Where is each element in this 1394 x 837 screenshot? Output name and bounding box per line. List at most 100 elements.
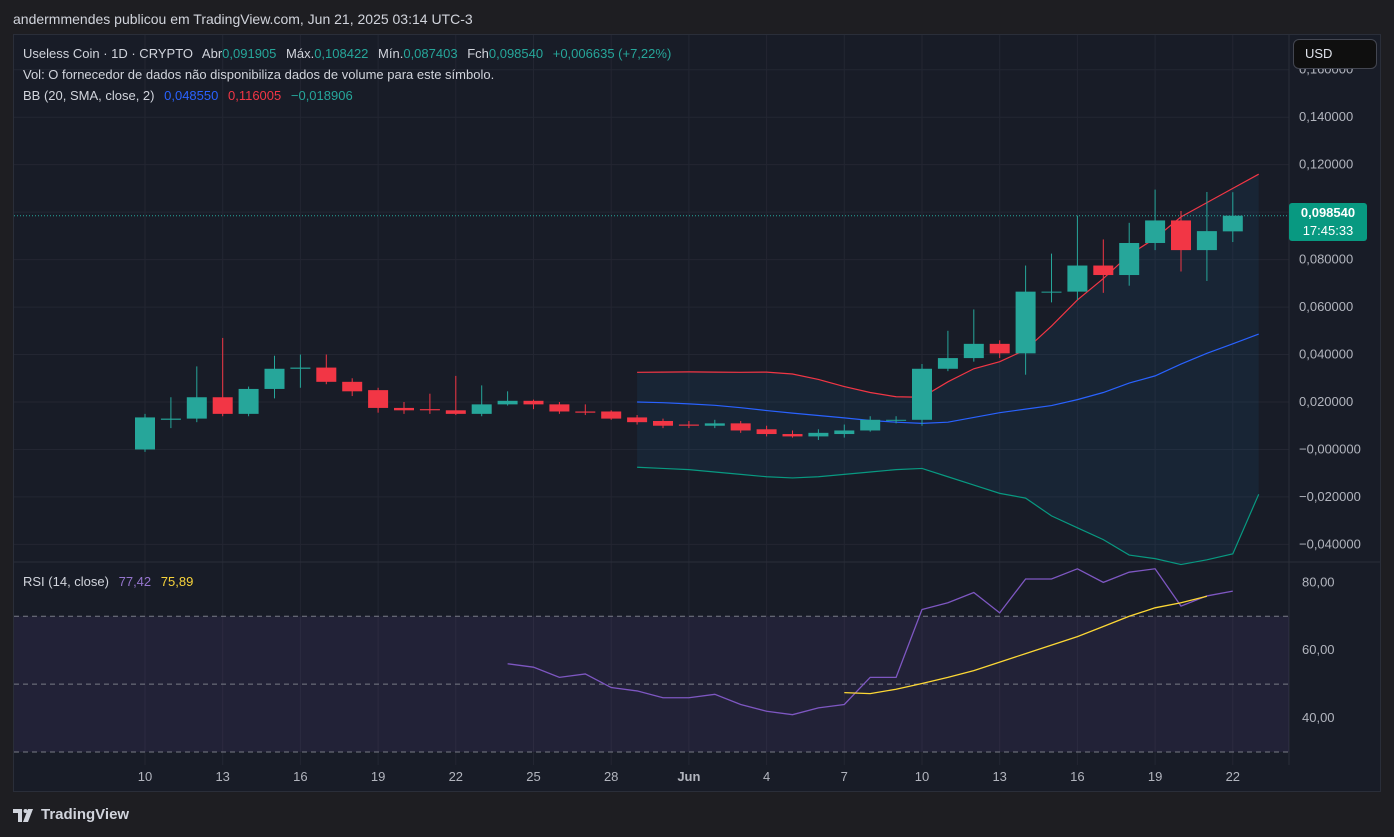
- x-tick-label: 10: [138, 769, 152, 784]
- open-label: Abr: [201, 46, 223, 61]
- x-tick-label: 7: [841, 769, 848, 784]
- x-tick-label: 19: [371, 769, 385, 784]
- candle-body: [1067, 265, 1088, 292]
- candle-body: [549, 404, 570, 412]
- x-tick-label: 16: [1070, 769, 1084, 784]
- candle-body: [471, 404, 492, 414]
- bb-legend[interactable]: BB (20, SMA, close, 2) 0,048550 0,116005…: [23, 87, 353, 105]
- candle-body: [342, 381, 363, 392]
- candle-body: [860, 419, 881, 431]
- tradingview-footer[interactable]: TradingView: [13, 806, 129, 826]
- open-value: 0,091905: [222, 46, 277, 61]
- symbol-label[interactable]: Useless Coin · 1D · CRYPTO: [23, 46, 193, 61]
- candle-body: [1196, 231, 1217, 251]
- candle-body: [160, 418, 181, 420]
- candle-body: [963, 343, 984, 359]
- footer-brand: TradingView: [41, 806, 130, 823]
- chart-canvas[interactable]: 0,1600000,1400000,1200000,1000000,080000…: [14, 35, 1380, 791]
- y-tick-label: 0,040000: [1299, 347, 1353, 362]
- candle-body: [601, 411, 622, 419]
- x-tick-label: 13: [992, 769, 1006, 784]
- close-label: Fch: [467, 46, 489, 61]
- bb-label: BB (20, SMA, close, 2): [23, 88, 155, 103]
- x-tick-label: 22: [449, 769, 463, 784]
- candle-body: [653, 420, 673, 426]
- x-tick-label: 4: [763, 769, 770, 784]
- high-label: Máx.: [286, 46, 315, 61]
- x-tick-label: 19: [1148, 769, 1162, 784]
- candle-body: [368, 390, 389, 408]
- candle-body: [678, 424, 699, 426]
- ohlc-legend: Useless Coin · 1D · CRYPTO Abr0,091905 M…: [23, 45, 671, 63]
- x-tick-label: 22: [1226, 769, 1240, 784]
- candle-body: [1015, 291, 1036, 354]
- candle-body: [730, 423, 751, 431]
- candle-body: [1041, 291, 1062, 293]
- publish-header: andermmendes publicou em TradingView.com…: [0, 0, 1394, 34]
- last-price-tag: 0,098540 17:45:33: [1289, 203, 1367, 241]
- candle-body: [290, 367, 311, 369]
- candle-body: [316, 367, 337, 382]
- tradingview-logo-icon: [13, 808, 33, 822]
- x-tick-label: 28: [604, 769, 618, 784]
- candle-body: [912, 368, 932, 420]
- y-tick-label: 0,080000: [1299, 252, 1353, 267]
- y-tick-label: 0,140000: [1299, 109, 1353, 124]
- x-tick-label: 25: [526, 769, 540, 784]
- candle-body: [1222, 215, 1243, 232]
- x-tick-label: Jun: [677, 769, 700, 784]
- candle-body: [445, 410, 466, 414]
- candle-body: [756, 429, 777, 435]
- volume-note: Vol: O fornecedor de dados não disponibi…: [23, 67, 495, 82]
- chart-container[interactable]: 0,1600000,1400000,1200000,1000000,080000…: [13, 34, 1381, 792]
- candle-body: [135, 417, 155, 450]
- candle-body: [886, 419, 907, 421]
- low-label: Mín.: [378, 46, 404, 61]
- candle-body: [627, 417, 648, 423]
- candle-body: [704, 423, 725, 426]
- rsi-y-tick-label: 40,00: [1302, 710, 1335, 725]
- candle-body: [238, 388, 259, 414]
- rsi-legend[interactable]: RSI (14, close) 77,42 75,89: [23, 573, 193, 591]
- candle-body: [1093, 265, 1114, 276]
- rsi-ma-value: 75,89: [160, 574, 194, 589]
- y-tick-label: 0,120000: [1299, 157, 1353, 172]
- rsi-y-tick-label: 60,00: [1302, 642, 1335, 657]
- y-tick-label: −0,000000: [1299, 441, 1361, 456]
- low-value: 0,087403: [403, 46, 458, 61]
- candle-body: [1171, 220, 1191, 251]
- change-value: +0,006635 (+7,22%): [552, 46, 672, 61]
- y-tick-label: 0,060000: [1299, 299, 1353, 314]
- bar-countdown: 17:45:33: [1302, 223, 1354, 238]
- publish-line: andermmendes publicou em TradingView.com…: [13, 11, 473, 27]
- candle-body: [782, 434, 803, 437]
- bb-lower-value: −0,018906: [290, 88, 353, 103]
- candle-body: [186, 397, 207, 419]
- candle-body: [419, 409, 440, 411]
- rsi-label: RSI (14, close): [23, 574, 109, 589]
- rsi-value: 77,42: [118, 574, 152, 589]
- candle-body: [1119, 242, 1140, 276]
- candle-body: [575, 411, 596, 413]
- candle-body: [834, 430, 855, 435]
- y-tick-label: 0,020000: [1299, 394, 1353, 409]
- volume-legend: Vol: O fornecedor de dados não disponibi…: [23, 66, 494, 84]
- currency-button[interactable]: USD: [1293, 39, 1377, 69]
- candle-body: [394, 407, 414, 411]
- candle-body: [497, 400, 518, 405]
- candle-body: [989, 343, 1010, 354]
- candle-body: [1145, 220, 1166, 243]
- candle-body: [808, 432, 829, 437]
- candle-body: [212, 397, 233, 414]
- x-tick-label: 10: [915, 769, 929, 784]
- candle-body: [264, 368, 285, 389]
- candle-body: [523, 400, 544, 405]
- y-tick-label: −0,020000: [1299, 489, 1361, 504]
- last-price-value: 0,098540: [1300, 205, 1356, 220]
- x-tick-label: 13: [215, 769, 229, 784]
- rsi-y-tick-label: 80,00: [1302, 574, 1335, 589]
- y-tick-label: −0,040000: [1299, 536, 1361, 551]
- candle-body: [937, 358, 958, 369]
- bb-upper-value: 0,116005: [227, 88, 282, 103]
- close-value: 0,098540: [488, 46, 544, 61]
